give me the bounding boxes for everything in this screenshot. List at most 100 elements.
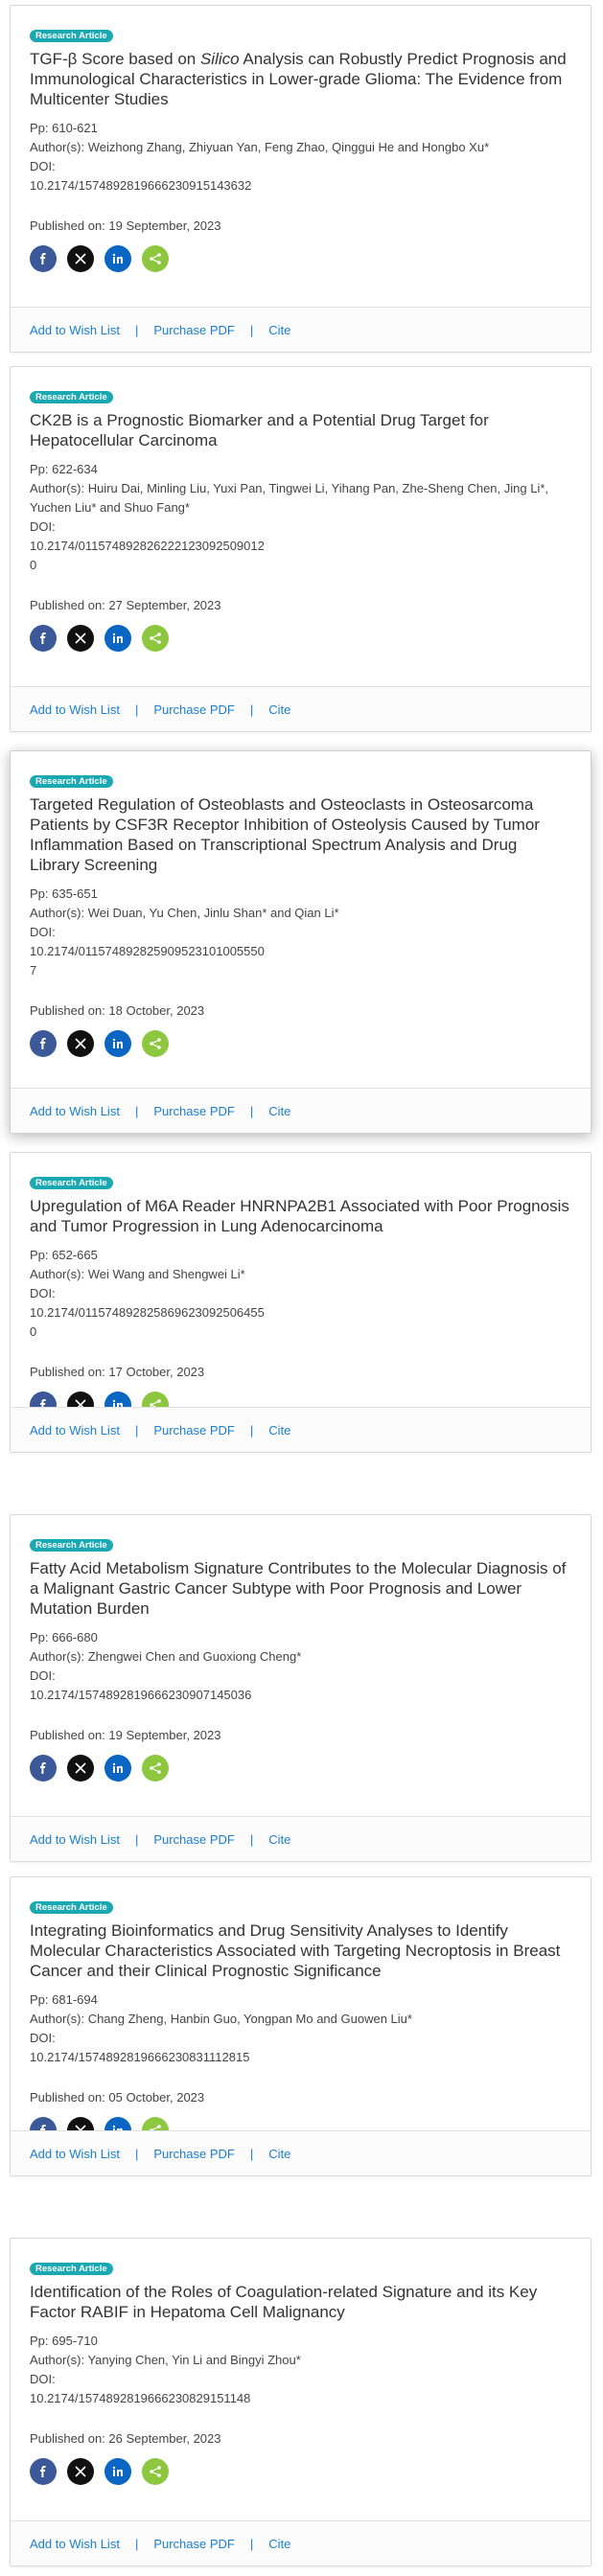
share-icon[interactable]: [142, 1755, 169, 1782]
article-title-text: Identification of the Roles of Coagulati…: [30, 2283, 538, 2321]
share-buttons: [30, 245, 179, 272]
pages-label: Pp:: [30, 2334, 53, 2348]
cite-link[interactable]: Cite: [268, 2147, 290, 2161]
purchase-pdf-link[interactable]: Purchase PDF: [153, 323, 235, 337]
purchase-pdf-link[interactable]: Purchase PDF: [153, 1832, 235, 1847]
x-icon[interactable]: [67, 1755, 94, 1782]
share-icon[interactable]: [142, 245, 169, 272]
published-date: Published on: 26 September, 2023: [30, 2429, 571, 2449]
cite-link[interactable]: Cite: [268, 323, 290, 337]
article-title-link[interactable]: Upregulation of M6A Reader HNRNPA2B1 Ass…: [30, 1196, 571, 1236]
facebook-icon[interactable]: [30, 625, 57, 652]
linkedin-icon[interactable]: [104, 1755, 131, 1782]
article-pages: Pp: 652-665: [30, 1246, 571, 1265]
article-title-link[interactable]: TGF-β Score based on Silico Analysis can…: [30, 49, 571, 109]
facebook-icon[interactable]: [30, 1755, 57, 1782]
facebook-icon[interactable]: [30, 2458, 57, 2485]
doi-label: DOI:: [30, 159, 56, 173]
cite-link[interactable]: Cite: [268, 702, 290, 717]
share-icon[interactable]: [142, 2458, 169, 2485]
published-label: Published on:: [30, 1365, 109, 1379]
linkedin-icon[interactable]: [104, 625, 131, 652]
published-label: Published on:: [30, 1003, 109, 1018]
separator: |: [134, 1423, 139, 1438]
doi-link-continuation[interactable]: 7: [30, 961, 571, 980]
separator: |: [249, 1104, 254, 1118]
article-card: Research Article Upregulation of M6A Read…: [10, 1152, 591, 1453]
doi-link[interactable]: 10.2174/011574892825909523101005550: [30, 942, 571, 961]
published-value: 05 October, 2023: [108, 2090, 205, 2104]
purchase-pdf-link[interactable]: Purchase PDF: [153, 1423, 235, 1438]
article-title-link[interactable]: Integrating Bioinformatics and Drug Sens…: [30, 1920, 571, 1981]
cite-link[interactable]: Cite: [268, 2537, 290, 2551]
doi-link[interactable]: 10.2174/011574892826222123092509012: [30, 537, 571, 556]
add-to-wish-list-link[interactable]: Add to Wish List: [30, 1423, 120, 1438]
doi-link-continuation[interactable]: 0: [30, 556, 571, 575]
separator: |: [134, 2147, 139, 2161]
article-authors: Author(s): Zhengwei Chen and Guoxiong Ch…: [30, 1647, 571, 1667]
cite-link[interactable]: Cite: [268, 1104, 290, 1118]
published-label: Published on:: [30, 2090, 109, 2104]
authors-value: Weizhong Zhang, Zhiyuan Yan, Feng Zhao, …: [87, 140, 490, 154]
pages-value: 635-651: [52, 886, 98, 901]
separator: |: [249, 2537, 254, 2551]
article-authors: Author(s): Wei Wang and Shengwei Li*: [30, 1265, 571, 1284]
article-type-badge: Research Article: [30, 775, 113, 788]
doi-link[interactable]: 10.2174/1574892819666230915143632: [30, 176, 571, 196]
doi-link[interactable]: 10.2174/1574892819666230907145036: [30, 1686, 571, 1705]
cite-link[interactable]: Cite: [268, 1832, 290, 1847]
purchase-pdf-link[interactable]: Purchase PDF: [153, 1104, 235, 1118]
separator: |: [249, 2147, 254, 2161]
add-to-wish-list-link[interactable]: Add to Wish List: [30, 702, 120, 717]
share-icon[interactable]: [142, 1030, 169, 1057]
linkedin-icon[interactable]: [104, 245, 131, 272]
article-type-badge: Research Article: [30, 1177, 113, 1189]
doi-link-continuation[interactable]: 0: [30, 1322, 571, 1342]
separator: |: [134, 1832, 139, 1847]
published-label: Published on:: [30, 2431, 109, 2446]
pages-value: 681-694: [52, 1992, 98, 2007]
x-icon[interactable]: [67, 625, 94, 652]
add-to-wish-list-link[interactable]: Add to Wish List: [30, 323, 120, 337]
purchase-pdf-link[interactable]: Purchase PDF: [153, 2537, 235, 2551]
cite-link[interactable]: Cite: [268, 1423, 290, 1438]
linkedin-icon[interactable]: [104, 1030, 131, 1057]
authors-label: Author(s):: [30, 1267, 88, 1281]
doi-link[interactable]: 10.2174/1574892819666230829151148: [30, 2389, 571, 2408]
share-buttons: [30, 1755, 179, 1782]
pages-value: 610-621: [52, 121, 98, 135]
published-date: Published on: 27 September, 2023: [30, 596, 571, 615]
pages-value: 652-665: [52, 1248, 98, 1262]
article-pages: Pp: 635-651: [30, 885, 571, 904]
doi-link[interactable]: 10.2174/1574892819666230831112815: [30, 2048, 571, 2067]
article-actions: Add to Wish List | Purchase PDF | Cite: [11, 1407, 591, 1452]
share-icon[interactable]: [142, 625, 169, 652]
purchase-pdf-link[interactable]: Purchase PDF: [153, 2147, 235, 2161]
doi-label: DOI:: [30, 1286, 56, 1300]
add-to-wish-list-link[interactable]: Add to Wish List: [30, 2147, 120, 2161]
add-to-wish-list-link[interactable]: Add to Wish List: [30, 1104, 120, 1118]
authors-value: Huiru Dai, Minling Liu, Yuxi Pan, Tingwe…: [30, 481, 549, 515]
article-type-badge: Research Article: [30, 391, 113, 403]
facebook-icon[interactable]: [30, 245, 57, 272]
x-icon[interactable]: [67, 2458, 94, 2485]
facebook-icon[interactable]: [30, 1030, 57, 1057]
x-icon[interactable]: [67, 1030, 94, 1057]
article-pages: Pp: 681-694: [30, 1990, 571, 2010]
article-actions: Add to Wish List | Purchase PDF | Cite: [11, 686, 591, 731]
purchase-pdf-link[interactable]: Purchase PDF: [153, 702, 235, 717]
doi-link[interactable]: 10.2174/011574892825869623092506455: [30, 1303, 571, 1322]
share-buttons: [30, 1030, 179, 1057]
add-to-wish-list-link[interactable]: Add to Wish List: [30, 1832, 120, 1847]
add-to-wish-list-link[interactable]: Add to Wish List: [30, 2537, 120, 2551]
share-buttons: [30, 625, 179, 652]
published-label: Published on:: [30, 598, 109, 612]
authors-label: Author(s):: [30, 140, 88, 154]
article-title-link[interactable]: CK2B is a Prognostic Biomarker and a Pot…: [30, 410, 571, 450]
x-icon[interactable]: [67, 245, 94, 272]
article-pages: Pp: 695-710: [30, 2332, 571, 2351]
linkedin-icon[interactable]: [104, 2458, 131, 2485]
article-title-link[interactable]: Targeted Regulation of Osteoblasts and O…: [30, 794, 571, 875]
article-title-link[interactable]: Fatty Acid Metabolism Signature Contribu…: [30, 1558, 571, 1619]
article-title-link[interactable]: Identification of the Roles of Coagulati…: [30, 2282, 571, 2322]
